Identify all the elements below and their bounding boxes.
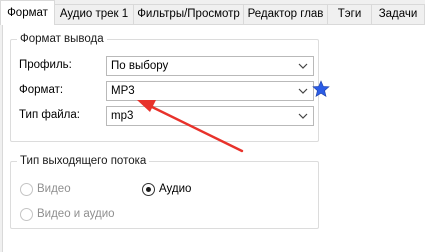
annotation-arrow [137,100,244,153]
tab-format[interactable]: Формат [0,0,55,25]
